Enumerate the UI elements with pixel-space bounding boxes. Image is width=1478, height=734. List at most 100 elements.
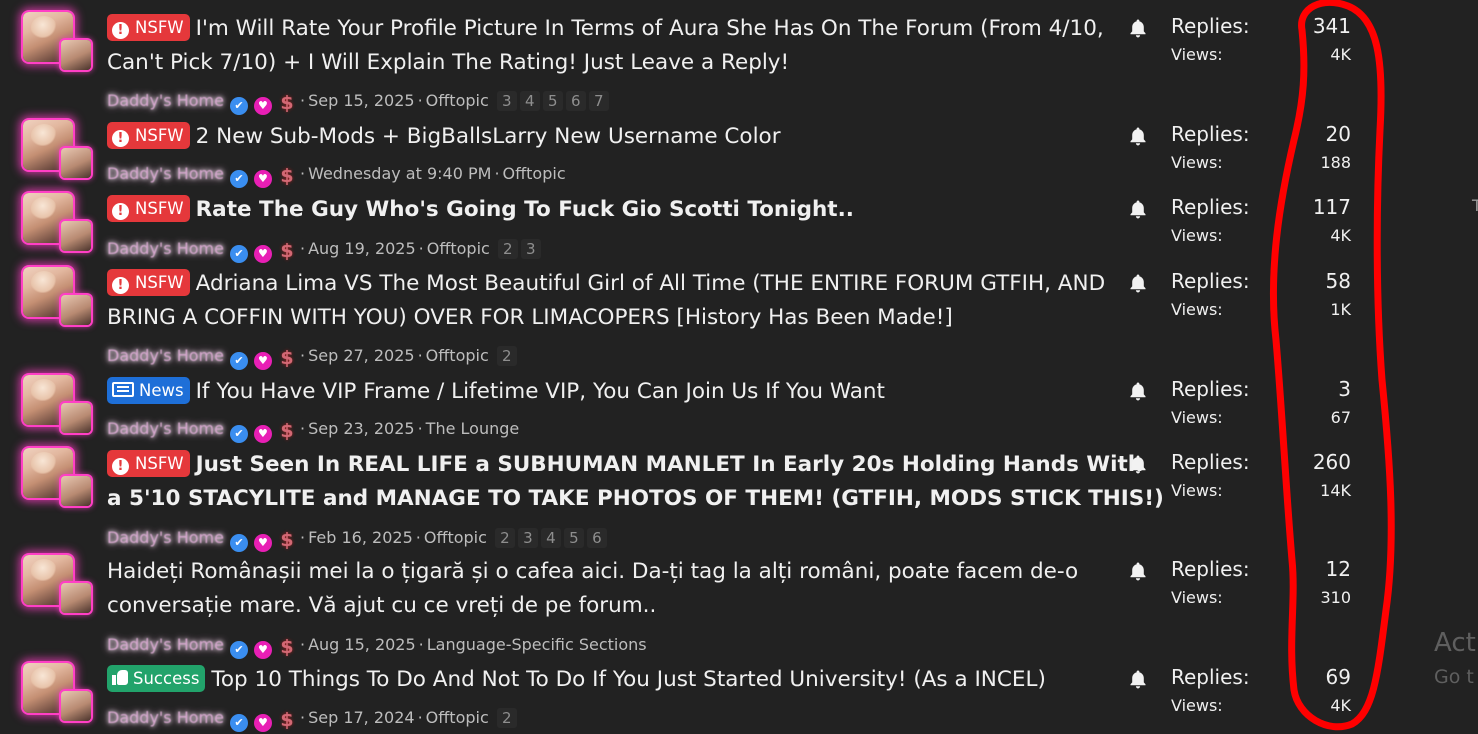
views-label: Views:	[1171, 45, 1223, 64]
author-name[interactable]: Daddy's Home	[107, 528, 224, 547]
thread-title[interactable]: ! NSFW 2 New Sub-Mods + BigBallsLarry New …	[107, 120, 1117, 154]
thread-date[interactable]: Sep 27, 2025	[308, 346, 415, 365]
thread-title-text[interactable]: a 5'10 STACYLITE and MANAGE TO TAKE PHOT…	[107, 486, 1164, 511]
page-link-7[interactable]: 7	[588, 91, 609, 111]
page-link-3[interactable]: 3	[517, 528, 538, 548]
verified-check-icon: ✔	[229, 352, 248, 370]
page-link-5[interactable]: 5	[542, 91, 563, 111]
prefix-nsfw-label[interactable]: ! NSFW	[107, 450, 190, 477]
page-jump: 23	[497, 239, 544, 259]
thread-title-text[interactable]: Top 10 Things To Do And Not To Do If You…	[211, 667, 1045, 692]
activate-windows-subtitle: Go t	[1434, 666, 1474, 688]
page-link-5[interactable]: 5	[563, 528, 584, 548]
page-link-6[interactable]: 6	[586, 528, 607, 548]
verified-check-icon: ✔	[229, 534, 248, 552]
thread-date[interactable]: Sep 15, 2025	[308, 91, 415, 110]
bell-icon[interactable]	[1129, 454, 1147, 474]
page-link-4[interactable]: 4	[540, 528, 561, 548]
forum-link[interactable]: Language-Specific Sections	[427, 635, 647, 654]
thread-meta: Daddy's Home ✔ ♥ $ · Feb 16, 2025 · Offtopic 2 3 4…	[107, 527, 610, 552]
thread-title-continued[interactable]: BRING A COFFIN WITH YOU) OVER FOR LIMACO…	[107, 301, 1117, 335]
forum-link[interactable]: Offtopic	[503, 164, 566, 183]
last-poster-avatar[interactable]	[61, 148, 91, 178]
thread-title-text[interactable]: conversație mare. Vă ajut cu ce vreți de…	[107, 593, 656, 618]
thread-title-text[interactable]: 2 New Sub-Mods + BigBallsLarry New Usern…	[196, 124, 781, 149]
last-poster-avatar[interactable]	[61, 691, 91, 721]
thread-date[interactable]: Aug 15, 2025	[308, 635, 416, 654]
dollar-badge-icon: $	[280, 709, 294, 731]
separator: ·	[417, 419, 423, 438]
heart-badge-icon: ♥	[253, 170, 272, 188]
bell-icon[interactable]	[1129, 561, 1147, 581]
forum-link[interactable]: Offtopic	[426, 91, 489, 110]
forum-link[interactable]: The Lounge	[426, 419, 520, 438]
prefix-nsfw-label[interactable]: ! NSFW	[107, 14, 190, 41]
bell-icon[interactable]	[1129, 381, 1147, 401]
thread-title-text[interactable]: BRING A COFFIN WITH YOU) OVER FOR LIMACO…	[107, 305, 953, 330]
thread-date[interactable]: Sep 23, 2025	[308, 419, 415, 438]
heart-badge-icon: ♥	[253, 714, 272, 732]
thread-title[interactable]: News If You Have VIP Frame / Lifetime VIP…	[107, 375, 1117, 409]
author-name[interactable]: Daddy's Home	[107, 419, 224, 438]
page-link-6[interactable]: 6	[565, 91, 586, 111]
forum-link[interactable]: Offtopic	[424, 528, 487, 547]
thread-title-text[interactable]: Can't Pick 7/10) + I Will Explain The Ra…	[107, 50, 789, 75]
thread-title[interactable]: ! NSFW Rate The Guy Who's Going To Fuck Gi…	[107, 193, 1117, 227]
thread-title-continued[interactable]: Can't Pick 7/10) + I Will Explain The Ra…	[107, 46, 1117, 80]
forum-link[interactable]: Offtopic	[426, 708, 489, 727]
author-name[interactable]: Daddy's Home	[107, 346, 224, 365]
views-label: Views:	[1171, 588, 1223, 607]
prefix-news-label[interactable]: News	[107, 377, 190, 404]
page-link-2[interactable]: 2	[496, 708, 517, 728]
page-link-2[interactable]: 2	[494, 528, 515, 548]
last-poster-avatar[interactable]	[61, 476, 91, 506]
last-poster-avatar[interactable]	[61, 221, 91, 251]
bell-icon[interactable]	[1129, 18, 1147, 38]
thread-title[interactable]: ! NSFW Adriana Lima VS The Most Beautiful …	[107, 267, 1117, 301]
thread-title-continued[interactable]: a 5'10 STACYLITE and MANAGE TO TAKE PHOT…	[107, 482, 1164, 516]
thread-title[interactable]: ! NSFW I'm Will Rate Your Profile Picture …	[107, 12, 1117, 46]
forum-link[interactable]: Offtopic	[426, 346, 489, 365]
page-link-2[interactable]: 2	[497, 239, 518, 259]
thread-title-text[interactable]: Haideți Românașii mei la o țigară și o c…	[107, 559, 1078, 584]
prefix-nsfw-label[interactable]: ! NSFW	[107, 122, 190, 149]
thread-date[interactable]: Wednesday at 9:40 PM	[308, 164, 491, 183]
thread-title-text[interactable]: Just Seen In REAL LIFE a SUBHUMAN MANLET…	[196, 452, 1143, 477]
last-poster-avatar[interactable]	[61, 403, 91, 433]
thread-title[interactable]: ! NSFW Just Seen In REAL LIFE a SUBHUMAN M…	[107, 448, 1143, 482]
last-poster-avatar[interactable]	[61, 40, 91, 70]
forum-link[interactable]: Offtopic	[427, 239, 490, 258]
bell-icon[interactable]	[1129, 273, 1147, 293]
page-link-3[interactable]: 3	[520, 239, 541, 259]
separator: ·	[494, 164, 500, 183]
author-name[interactable]: Daddy's Home	[107, 164, 224, 183]
author-name[interactable]: Daddy's Home	[107, 708, 224, 727]
thread-title-text[interactable]: Adriana Lima VS The Most Beautiful Girl …	[196, 271, 1106, 296]
author-name[interactable]: Daddy's Home	[107, 91, 224, 110]
dollar-badge-icon: $	[280, 636, 294, 658]
replies-label: Replies:	[1171, 377, 1250, 401]
thread-title[interactable]: Haideți Românașii mei la o țigară și o c…	[107, 555, 1117, 589]
replies-label: Replies:	[1171, 14, 1250, 38]
page-link-4[interactable]: 4	[519, 91, 540, 111]
thread-date[interactable]: Feb 16, 2025	[308, 528, 413, 547]
thread-title-text[interactable]: I'm Will Rate Your Profile Picture In Te…	[196, 16, 1104, 41]
last-poster-avatar[interactable]	[61, 583, 91, 613]
author-name[interactable]: Daddy's Home	[107, 635, 224, 654]
last-poster-avatar[interactable]	[61, 295, 91, 325]
prefix-success-label[interactable]: Success	[107, 665, 206, 692]
page-link-2[interactable]: 2	[496, 346, 517, 366]
bell-icon[interactable]	[1129, 199, 1147, 219]
author-name[interactable]: Daddy's Home	[107, 239, 224, 258]
thread-title[interactable]: Success Top 10 Things To Do And Not To Do…	[107, 663, 1117, 697]
page-link-3[interactable]: 3	[496, 91, 517, 111]
thread-title-continued[interactable]: conversație mare. Vă ajut cu ce vreți de…	[107, 589, 1117, 623]
bell-icon[interactable]	[1129, 126, 1147, 146]
prefix-nsfw-label[interactable]: ! NSFW	[107, 195, 190, 222]
prefix-nsfw-label[interactable]: ! NSFW	[107, 269, 190, 296]
thread-title-text[interactable]: Rate The Guy Who's Going To Fuck Gio Sco…	[196, 197, 854, 222]
bell-icon[interactable]	[1129, 669, 1147, 689]
thread-title-text[interactable]: If You Have VIP Frame / Lifetime VIP, Yo…	[196, 379, 885, 404]
thread-date[interactable]: Sep 17, 2024	[308, 708, 415, 727]
thread-date[interactable]: Aug 19, 2025	[308, 239, 416, 258]
